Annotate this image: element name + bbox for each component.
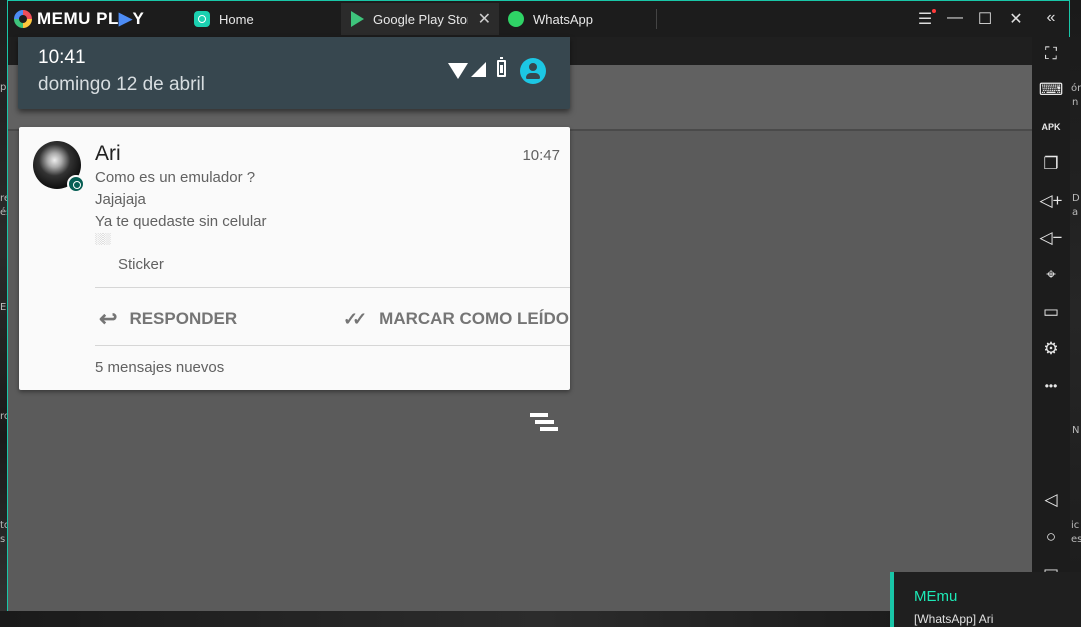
memu-logo-icon [14,10,32,28]
home-icon[interactable]: ○ [1032,522,1070,552]
apk-install-icon[interactable]: APK [1032,112,1070,142]
desktop-icon-label[interactable]: N [1072,425,1079,436]
title-bar[interactable]: MEMU PL▶Y Home Google Play Store ✕ Whats… [8,1,1069,37]
minimize-button[interactable]: — [945,9,965,27]
whatsapp-notification[interactable]: Ari 10:47 Como es un emulador ? Jajajaja… [19,127,570,390]
desktop-icon-label[interactable]: ón [1071,83,1081,94]
clear-all-icon[interactable] [530,413,560,435]
date[interactable]: domingo 12 de abril [38,74,205,96]
reply-button[interactable]: ↩ RESPONDER [99,297,237,341]
tab-label: Google Play Store [373,11,468,27]
folder-icon[interactable]: ▭ [1032,297,1070,327]
tab-google-play-store[interactable]: Google Play Store ✕ [341,3,499,35]
reply-icon: ↩ [99,306,118,331]
memu-toast-notification[interactable]: MEmu [WhatsApp] Ari [890,572,1081,627]
divider [95,287,570,288]
play-store-icon [351,11,364,27]
emulator-window: MEMU PL▶Y Home Google Play Store ✕ Whats… [7,0,1070,611]
memu-logo: MEMU PL▶Y [14,8,144,30]
whatsapp-badge-icon [67,175,85,193]
desktop-icon-label[interactable]: a [1072,207,1078,218]
mark-as-read-button[interactable]: ✓✓ MARCAR COMO LEÍDO [343,297,569,341]
sticker-label: Sticker [118,256,164,273]
collapse-sidebar-button[interactable]: « [1041,9,1061,27]
new-messages-count: 5 mensajes nuevos [95,359,225,376]
tab-close-icon[interactable]: ✕ [478,9,491,29]
message-time: 10:47 [522,147,560,164]
volume-up-icon[interactable]: ◁+ [1032,186,1070,216]
whatsapp-icon [508,11,524,27]
notification-dot [932,9,936,13]
close-button[interactable]: ✕ [1006,9,1026,29]
volume-down-icon[interactable]: ◁− [1032,223,1070,253]
divider [95,345,570,346]
message-line: Ya te quedaste sin celular [95,213,267,230]
desktop-icon-label[interactable]: es [1071,534,1081,545]
toast-body: [WhatsApp] Ari [914,612,994,626]
user-icon[interactable] [520,58,546,84]
keyboard-icon[interactable]: ⌨ [1032,75,1070,105]
mark-as-read-label: MARCAR COMO LEÍDO [379,309,569,328]
signal-icon [471,62,486,77]
sender-name: Ari [95,142,121,165]
android-screen[interactable]: 10:41 domingo 12 de abril Ari 10:47 Como… [8,37,1032,611]
tab-label: Home [219,11,254,27]
desktop-background-right [1069,0,1081,627]
fullscreen-icon[interactable]: ⛶ [1032,39,1070,69]
desktop-icon-label[interactable]: D [1072,193,1080,204]
memu-logo-text: MEMU PL▶Y [37,9,145,28]
quick-settings-header[interactable]: 10:41 domingo 12 de abril [18,37,570,109]
battery-icon [497,57,506,77]
desktop-icon-label[interactable]: s [0,534,5,545]
settings-icon[interactable]: ⚙ [1032,334,1070,364]
tab-divider [656,9,657,29]
reply-label: RESPONDER [129,309,238,328]
location-icon[interactable]: ⌖ [1032,260,1070,290]
more-icon[interactable]: ••• [1032,371,1070,401]
wifi-icon [448,63,468,79]
emulator-toolbar: ⛶ ⌨ APK ❐ ◁+ ◁− ⌖ ▭ ⚙ ••• ◁ ○ ▭ [1032,37,1070,611]
tab-label: WhatsApp [533,11,593,27]
tab-home[interactable]: Home [194,5,340,33]
desktop-icon-label[interactable]: ic [1071,520,1079,531]
maximize-button[interactable]: ☐ [975,9,995,29]
clock: 10:41 [38,47,86,68]
message-line: Jajajaja [95,191,146,208]
double-check-icon: ✓✓ [343,308,367,329]
toast-title: MEmu [914,588,958,605]
message-line: ░░ [95,233,111,245]
home-app-icon [194,11,210,27]
back-icon[interactable]: ◁ [1032,485,1070,515]
message-line: Como es un emulador ? [95,169,256,186]
tab-whatsapp[interactable]: WhatsApp [508,5,658,33]
desktop-icon-label[interactable]: n [1072,97,1078,108]
multi-instance-icon[interactable]: ❐ [1032,149,1070,179]
